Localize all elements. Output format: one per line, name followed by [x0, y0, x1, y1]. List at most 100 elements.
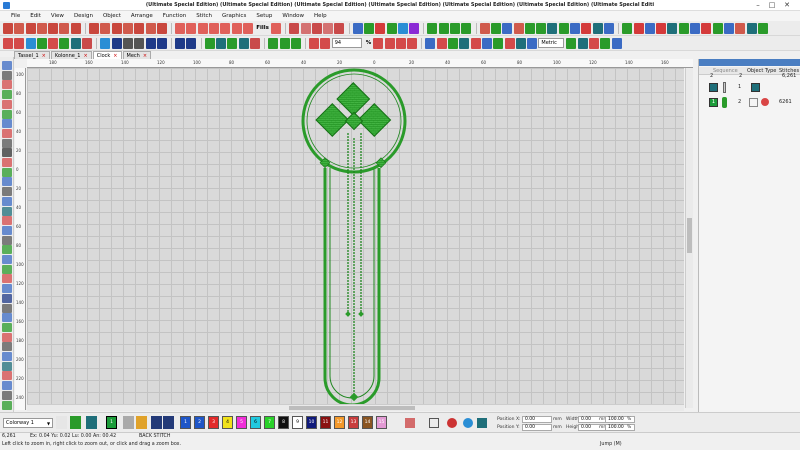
toolbar-tool-icon[interactable] [3, 37, 13, 49]
maximize-button[interactable]: □ [766, 1, 778, 10]
toolbox-tool-icon[interactable] [2, 361, 12, 371]
toolbar-tool-icon[interactable] [735, 22, 746, 34]
toolbar-tool-icon[interactable] [558, 22, 569, 34]
toolbar-tool-icon[interactable] [397, 22, 408, 34]
shirt-icon[interactable] [86, 416, 97, 429]
color-swatch[interactable]: 7 [264, 416, 275, 429]
toolbar-tool-icon[interactable] [723, 22, 734, 34]
menu-help[interactable]: Help [309, 13, 332, 19]
toolbar-tool-icon[interactable] [678, 22, 689, 34]
toolbar-tool-icon[interactable] [36, 22, 47, 34]
toolbar-tool-icon[interactable] [289, 22, 300, 34]
toolbar-tool-icon[interactable] [204, 37, 215, 49]
toolbox-tool-icon[interactable] [2, 216, 12, 226]
toolbox-tool-icon[interactable] [2, 400, 12, 410]
toolbox-tool-icon[interactable] [2, 148, 12, 158]
toolbar-tool-icon[interactable] [513, 22, 524, 34]
toolbox-tool-icon[interactable] [2, 70, 12, 80]
toolbox-tool-icon[interactable] [2, 99, 12, 109]
toolbar-tool-icon[interactable] [122, 37, 133, 49]
toolbar-tool-icon[interactable] [59, 37, 70, 49]
toolbox-tool-icon[interactable] [2, 303, 12, 313]
menu-graphics[interactable]: Graphics [217, 13, 251, 19]
toolbox-tool-icon[interactable] [2, 158, 12, 167]
toolbar-tool-icon[interactable] [134, 22, 145, 34]
toolbar-tool-icon[interactable] [14, 22, 25, 34]
toolbar-tool-icon[interactable] [481, 37, 492, 49]
scroll-thumb[interactable] [289, 406, 415, 410]
toolbar-tool-icon[interactable] [311, 22, 322, 34]
toolbar-tool-icon[interactable] [25, 22, 36, 34]
toolbar-tool-icon[interactable] [644, 22, 655, 34]
toolbox-tool-icon[interactable] [2, 293, 12, 303]
toolbar-tool-icon[interactable] [459, 37, 470, 49]
toolbar-tool-icon[interactable] [70, 22, 81, 34]
toolbar-tool-icon[interactable] [490, 22, 501, 34]
toolbar-tool-icon[interactable] [611, 37, 622, 49]
toolbar-tool-icon[interactable] [364, 22, 374, 34]
toolbar-tool-icon[interactable] [186, 37, 197, 49]
toolbar-tool-icon[interactable] [175, 37, 186, 49]
toolbox-tool-icon[interactable] [2, 255, 12, 264]
dropdown-arrow-icon[interactable]: ▼ [47, 421, 50, 426]
toolbar-tool-icon[interactable] [757, 22, 768, 34]
colorway-select[interactable]: Colorway 1 [3, 418, 53, 428]
toolbar-tool-icon[interactable] [600, 37, 611, 49]
toolbar-tool-icon[interactable] [577, 37, 588, 49]
palette-icon[interactable] [56, 416, 67, 429]
toolbar-tool-icon[interactable] [603, 22, 614, 34]
toolbar-tool-icon[interactable] [667, 22, 678, 34]
toolbox-tool-icon[interactable] [2, 381, 12, 391]
toolbar-tool-icon[interactable] [493, 37, 504, 49]
object-row[interactable]: 1 2 6261 [705, 97, 795, 108]
toolbox-tool-icon[interactable] [2, 264, 12, 274]
toolbar-tool-icon[interactable] [461, 22, 472, 34]
toolbar-tool-icon[interactable] [156, 37, 167, 49]
horizontal-scrollbar[interactable] [27, 404, 684, 411]
toolbar-tool-icon[interactable] [479, 22, 490, 34]
toolbox-tool-icon[interactable] [2, 225, 12, 235]
toolbar-tool-icon[interactable] [14, 37, 25, 49]
toolbar-tool-icon[interactable] [570, 22, 581, 34]
toolbar-tool-icon[interactable] [238, 37, 249, 49]
toolbar-tool-icon[interactable] [134, 37, 145, 49]
menu-arrange[interactable]: Arrange [126, 13, 158, 19]
color-swatch[interactable]: 13 [348, 416, 359, 429]
toolbar-tool-icon[interactable] [373, 37, 384, 49]
toolbar-tool-icon[interactable] [524, 22, 535, 34]
toolbar-tool-icon[interactable] [290, 37, 301, 49]
circle-icon[interactable] [447, 418, 457, 428]
toolbar-tool-icon[interactable] [656, 22, 667, 34]
menu-edit[interactable]: Edit [25, 13, 46, 19]
toolbar-tool-icon[interactable] [145, 22, 156, 34]
toolbox-tool-icon[interactable] [2, 352, 12, 361]
close-button[interactable]: ✕ [781, 1, 793, 10]
toolbox-tool-icon[interactable] [2, 187, 12, 197]
toolbox-tool-icon[interactable] [2, 80, 12, 90]
toolbar-tool-icon[interactable] [216, 37, 227, 49]
toolbar-tool-icon[interactable] [581, 22, 592, 34]
spool-icon[interactable] [477, 418, 487, 428]
toolbar-tool-icon[interactable] [566, 37, 577, 49]
toolbar-tool-icon[interactable] [409, 22, 420, 34]
menu-design[interactable]: Design [69, 13, 98, 19]
toolbar-tool-icon[interactable] [527, 37, 538, 49]
toolbar-tool-icon[interactable] [111, 22, 122, 34]
toolbar-tool-icon[interactable] [712, 22, 723, 34]
active-color-swatch[interactable]: 1 [106, 416, 117, 429]
toolbox-tool-icon[interactable] [2, 196, 12, 206]
toolbar-tool-icon[interactable] [279, 37, 290, 49]
toolbar-tool-icon[interactable] [395, 37, 406, 49]
toolbar-tool-icon[interactable] [622, 22, 633, 34]
color-swatch[interactable]: 4 [222, 416, 233, 429]
toolbar-tool-icon[interactable] [323, 22, 334, 34]
color-swatch[interactable]: 1 [180, 416, 191, 429]
menu-function[interactable]: Function [158, 13, 191, 19]
toolbar-tool-icon[interactable] [48, 37, 59, 49]
toolbar-tool-icon[interactable] [249, 37, 260, 49]
toolbox-tool-icon[interactable] [2, 119, 12, 129]
zoom-input[interactable]: 94 [331, 38, 362, 48]
toolbox-tool-icon[interactable] [2, 342, 12, 352]
toolbar-tool-icon[interactable] [25, 37, 36, 49]
color-swatch[interactable]: 12 [334, 416, 345, 429]
